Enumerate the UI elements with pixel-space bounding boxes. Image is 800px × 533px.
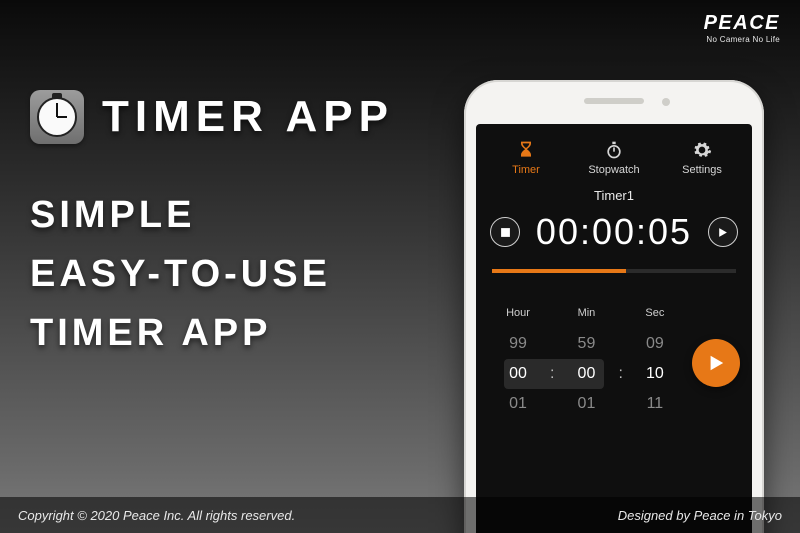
timer-area: Timer1 00:00:05	[476, 182, 752, 273]
picker-area: Hour 99 00 01 : Min 59	[476, 307, 752, 419]
picker-hour-label: Hour	[492, 307, 544, 319]
tab-timer-label: Timer	[512, 164, 540, 176]
app-title: TIMER APP	[102, 92, 394, 142]
timer-progress-fill	[492, 269, 626, 273]
tab-stopwatch[interactable]: Stopwatch	[574, 140, 654, 176]
stopwatch-icon	[604, 140, 624, 160]
brand-title: PEACE	[704, 12, 780, 35]
clock-icon	[37, 97, 77, 137]
footer-copyright: Copyright © 2020 Peace Inc. All rights r…	[18, 508, 295, 523]
picker-hour-sel: 00	[492, 359, 544, 389]
footer: Copyright © 2020 Peace Inc. All rights r…	[0, 497, 800, 533]
brand-tagline: No Camera No Life	[704, 35, 780, 44]
picker-sec-prev: 09	[629, 329, 681, 359]
hourglass-icon	[516, 140, 536, 160]
footer-credit: Designed by Peace in Tokyo	[618, 508, 782, 523]
stop-icon	[500, 227, 511, 238]
picker-min[interactable]: Min 59 00 01	[560, 307, 612, 419]
time-readout: 00:00:05	[536, 211, 692, 253]
tagline-line-3: TIMER APP	[30, 304, 394, 363]
app-tagline: SIMPLE EASY-TO-USE TIMER APP	[30, 186, 394, 363]
phone-sensor	[662, 98, 670, 106]
timer-name: Timer1	[490, 188, 738, 203]
promo-stage: PEACE No Camera No Life TIMER APP SIMPLE…	[0, 0, 800, 533]
picker-sec-next: 11	[629, 389, 681, 419]
app-icon	[30, 90, 84, 144]
picker-sec-label: Sec	[629, 307, 681, 319]
picker-min-sel: 00	[560, 359, 612, 389]
picker-sec-sel: 10	[629, 359, 681, 389]
tab-settings[interactable]: Settings	[662, 140, 742, 176]
tab-stopwatch-label: Stopwatch	[588, 164, 639, 176]
play-small-button[interactable]	[708, 217, 738, 247]
picker-min-prev: 59	[560, 329, 612, 359]
tagline-line-2: EASY-TO-USE	[30, 245, 394, 304]
picker-min-label: Min	[560, 307, 612, 319]
stop-button[interactable]	[490, 217, 520, 247]
tab-bar: Timer Stopwatch Settings	[476, 124, 752, 182]
picker-hour-next: 01	[492, 389, 544, 419]
phone-screen: Timer Stopwatch Settings Timer1	[476, 124, 752, 533]
picker-colon-1: :	[550, 318, 554, 408]
headline-block: TIMER APP SIMPLE EASY-TO-USE TIMER APP	[30, 90, 394, 363]
picker-sec[interactable]: Sec 09 10 11	[629, 307, 681, 419]
picker-hour[interactable]: Hour 99 00 01	[492, 307, 544, 419]
phone-speaker	[584, 98, 644, 104]
gear-icon	[692, 140, 712, 160]
tab-timer[interactable]: Timer	[486, 140, 566, 176]
picker-min-next: 01	[560, 389, 612, 419]
play-icon	[707, 354, 725, 372]
play-icon	[717, 227, 728, 238]
picker-colon-2: :	[618, 318, 622, 408]
start-button[interactable]	[692, 339, 740, 387]
brand-block: PEACE No Camera No Life	[704, 12, 780, 44]
timer-progress	[492, 269, 736, 273]
tab-settings-label: Settings	[682, 164, 722, 176]
phone-mock: Timer Stopwatch Settings Timer1	[464, 80, 764, 533]
picker-hour-prev: 99	[492, 329, 544, 359]
tagline-line-1: SIMPLE	[30, 186, 394, 245]
